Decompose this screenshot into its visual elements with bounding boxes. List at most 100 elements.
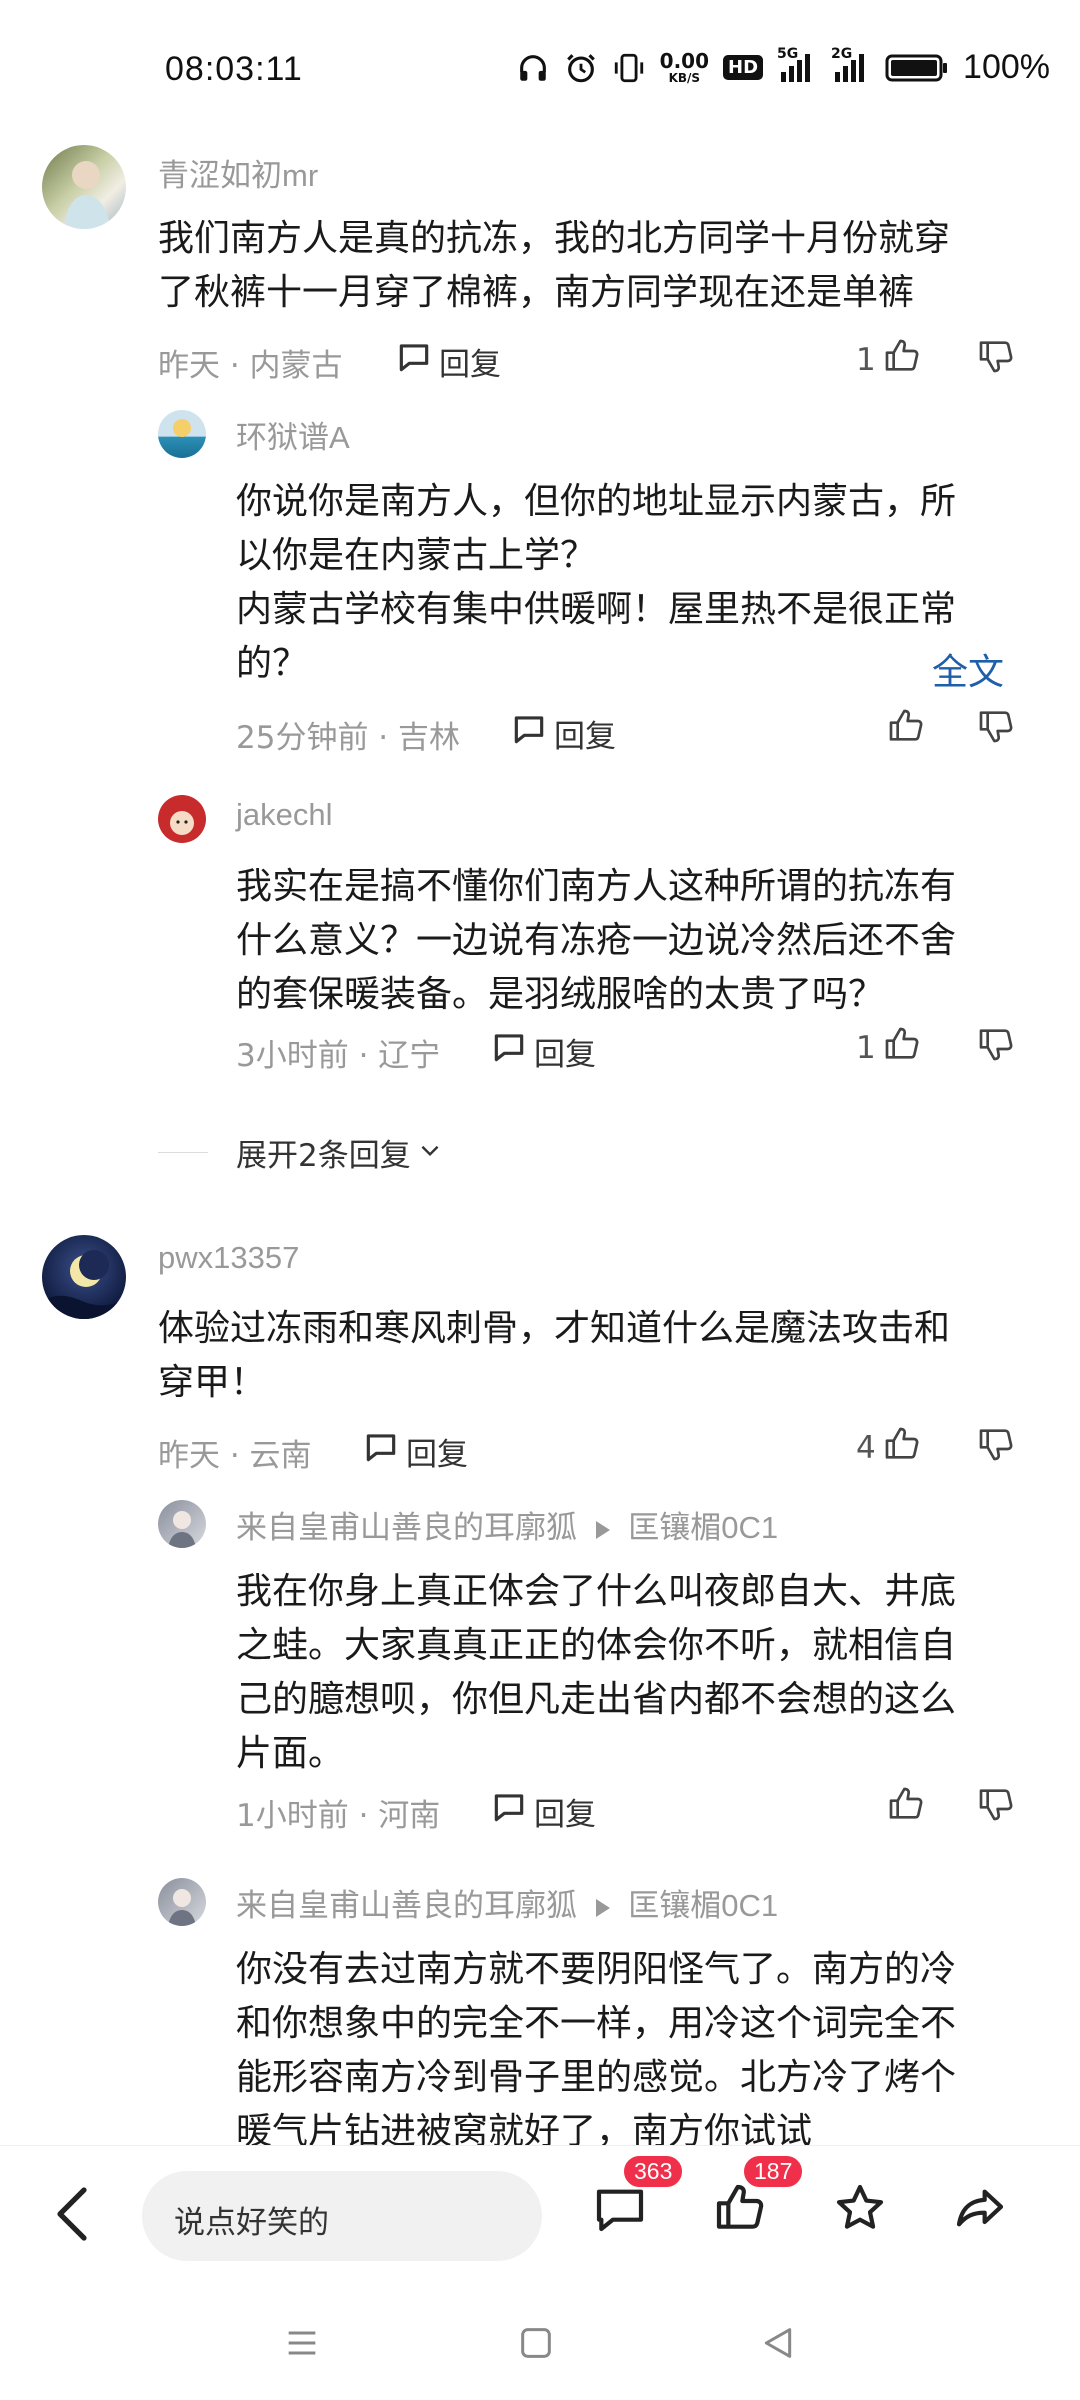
bottom-action-bar: 说点好笑的 363 187 — [0, 2145, 1080, 2286]
expand-replies-button[interactable]: 展开2条回复 — [236, 1130, 443, 1175]
like-button[interactable]: 4 — [856, 1424, 922, 1472]
hd-icon: HD — [723, 55, 764, 80]
reply-target-name[interactable]: 匡镶楣0C1 — [628, 1888, 778, 1923]
back-button[interactable] — [50, 2184, 94, 2248]
reply-meta: 1小时前 · 河南 — [236, 1798, 441, 1834]
battery-percent: 100% — [963, 48, 1050, 86]
expand-label: 展开2条回复 — [236, 1138, 411, 1174]
dislike-button[interactable] — [976, 1784, 1016, 1828]
share-icon — [952, 2189, 1008, 2240]
headphones-icon — [516, 51, 550, 85]
thumbs-up-icon — [882, 1024, 922, 1072]
net2-label: 2G — [831, 45, 853, 62]
reply-meta: 25分钟前 · 吉林 — [236, 720, 461, 756]
chevron-down-icon — [417, 1135, 443, 1171]
reply-label: 回复 — [534, 1796, 596, 1833]
like-button[interactable]: 1 — [856, 1024, 922, 1072]
comment-text-line: 体验过冻雨和寒风刺骨，才知道什么是魔法攻击和 — [158, 1308, 951, 1349]
comment-input[interactable]: 说点好笑的 — [142, 2171, 542, 2261]
avatar[interactable] — [42, 145, 126, 229]
reply-button[interactable]: 回复 — [362, 1428, 468, 1474]
avatar[interactable] — [158, 410, 206, 458]
reply-label: 回复 — [554, 718, 616, 755]
favorite-button[interactable] — [832, 2180, 888, 2240]
home-icon[interactable] — [516, 2323, 556, 2367]
comment-meta: 昨天 · 内蒙古 — [158, 348, 343, 384]
reply-label: 回复 — [439, 346, 501, 383]
reply-button[interactable]: 回复 — [510, 710, 616, 756]
system-nav-bar — [0, 2285, 1080, 2400]
like-button[interactable]: 1 — [856, 336, 922, 384]
avatar[interactable] — [158, 795, 206, 843]
reply-target-name[interactable]: 匡镶楣0C1 — [628, 1510, 778, 1545]
comment-bubble-icon — [490, 1028, 528, 1074]
thumbs-down-icon — [976, 711, 1016, 750]
reply-text-line: 我实在是搞不懂你们南方人这种所谓的抗冻有 — [236, 866, 957, 907]
comment-count-badge: 363 — [622, 2154, 685, 2189]
reply-label: 回复 — [534, 1036, 596, 1073]
reply-author[interactable]: 来自皇甫山善良的耳廓狐 匡镶楣0C1 — [236, 1880, 778, 1925]
status-icons: 0.00 KB/S HD 5G 2G 100% — [516, 46, 1050, 87]
reply-label: 回复 — [406, 1436, 468, 1473]
avatar[interactable] — [158, 1500, 206, 1548]
dislike-button[interactable] — [976, 1024, 1016, 1068]
avatar[interactable] — [42, 1235, 126, 1319]
reply-text: 你说你是南方人，但你的地址显示内蒙古，所 以你是在内蒙古上学？ 内蒙古学校有集中… — [236, 475, 1036, 691]
back-triangle-icon[interactable] — [758, 2323, 798, 2367]
reply-button[interactable]: 回复 — [490, 1788, 596, 1834]
thumbs-up-icon — [712, 2184, 768, 2240]
reply-text-line: 你说你是南方人，但你的地址显示内蒙古，所 — [236, 481, 957, 522]
net-speed-unit: KB/S — [668, 70, 701, 85]
like-article-button[interactable]: 187 — [712, 2154, 805, 2240]
like-count: 1 — [856, 1030, 876, 1066]
signal-5g-icon: 5G — [777, 46, 817, 84]
signal-2g-icon: 2G — [831, 46, 871, 84]
reply-to-arrow-icon — [595, 1520, 610, 1539]
avatar[interactable] — [158, 1878, 206, 1926]
thumbs-up-icon — [886, 706, 926, 754]
dislike-button[interactable] — [976, 336, 1016, 380]
reply-author[interactable]: 环狱谱A — [236, 412, 350, 457]
like-count: 4 — [856, 1430, 876, 1466]
share-button[interactable] — [952, 2180, 1008, 2240]
reply-text-line: 和你想象中的完全不一样，用冷这个词完全不 — [236, 2003, 957, 2044]
menu-icon[interactable] — [282, 2323, 322, 2367]
comment-icon — [592, 2189, 648, 2240]
thumbs-up-icon — [882, 1424, 922, 1472]
battery-icon — [885, 52, 949, 84]
comment-input-placeholder: 说点好笑的 — [174, 2205, 329, 2241]
reply-button[interactable]: 回复 — [490, 1028, 596, 1074]
dislike-button[interactable] — [976, 706, 1016, 750]
reply-text-line: 以你是在内蒙古上学？ — [236, 535, 597, 576]
reply-text-line: 暖气片钻进被窝就好了，南方你试试 — [236, 2111, 813, 2145]
comment-bubble-icon — [490, 1788, 528, 1834]
reply-button[interactable]: 回复 — [395, 338, 501, 384]
dislike-button[interactable] — [976, 1424, 1016, 1468]
like-count: 1 — [856, 342, 876, 378]
like-count-badge: 187 — [742, 2154, 805, 2189]
reply-text: 你没有去过南方就不要阴阳怪气了。南方的冷 和你想象中的完全不一样，用冷这个词完全… — [236, 1943, 1036, 2145]
reply-author[interactable]: jakechl — [236, 797, 333, 833]
comment-text-line: 了秋裤十一月穿了棉裤，南方同学现在还是单裤 — [158, 272, 915, 313]
full-text-link[interactable]: 全文 — [932, 643, 1004, 695]
reply-to-arrow-icon — [595, 1898, 610, 1917]
comment-bubble-icon — [362, 1428, 400, 1474]
status-bar: 08:03:11 0.00 KB/S HD 5G 2G 100% — [0, 0, 1080, 140]
like-button[interactable] — [880, 706, 926, 754]
like-button[interactable] — [880, 1784, 926, 1832]
comment-meta: 昨天 · 云南 — [158, 1438, 312, 1474]
net1-label: 5G — [777, 45, 799, 62]
thumbs-down-icon — [976, 341, 1016, 380]
comment-list: 青涩如初mr 我们南方人是真的抗冻，我的北方同学十月份就穿 了秋裤十一月穿了棉裤… — [0, 140, 1080, 2145]
comment-author[interactable]: 青涩如初mr — [158, 150, 318, 195]
reply-author[interactable]: 来自皇甫山善良的耳廓狐 匡镶楣0C1 — [236, 1502, 778, 1547]
net-speed-value: 0.00 — [659, 48, 710, 73]
comment-author[interactable]: pwx13357 — [158, 1240, 299, 1276]
comments-button[interactable]: 363 — [592, 2154, 685, 2240]
reply-text: 我在你身上真正体会了什么叫夜郎自大、井底 之蛙。大家真真正正的体会你不听，就相信… — [236, 1565, 1036, 1781]
reply-text-line: 之蛙。大家真真正正的体会你不听，就相信自 — [236, 1625, 957, 1666]
reply-text-line: 的套保暖装备。是羽绒服啥的太贵了吗？ — [236, 974, 885, 1015]
reply-text-line: 己的臆想呗，你但凡走出省内都不会想的这么 — [236, 1679, 957, 1720]
chevron-left-icon — [50, 2187, 94, 2248]
reply-author-name: 来自皇甫山善良的耳廓狐 — [236, 1888, 577, 1923]
